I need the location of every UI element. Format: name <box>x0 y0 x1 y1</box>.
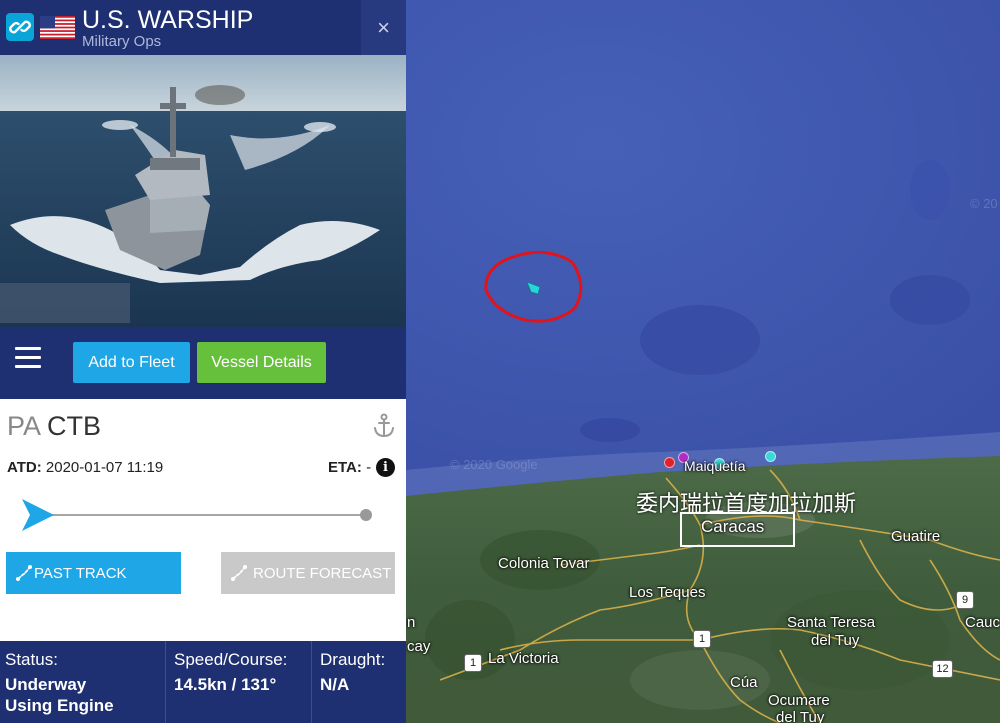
route-forecast-button[interactable]: ROUTE FORECAST <box>221 552 395 594</box>
close-button[interactable]: × <box>361 0 406 55</box>
vessel-stats-bar: Status: Underway Using Engine Speed/Cour… <box>0 641 406 723</box>
map-label-colonia-tovar: Colonia Tovar <box>498 555 590 572</box>
draught-label: Draught: <box>320 650 386 669</box>
vessel-photo[interactable] <box>0 55 406 327</box>
vessel-details-button[interactable]: Vessel Details <box>197 342 326 383</box>
atd-value: 2020-01-07 11:19 <box>45 459 164 476</box>
map-label-la-victoria: La Victoria <box>488 650 559 667</box>
info-icon[interactable]: i <box>376 458 395 477</box>
road-shield: 9 <box>956 591 974 609</box>
status-value-line1: Underway <box>5 675 87 694</box>
vessel-flag-code: PA <box>7 411 42 441</box>
vessel-action-bar: Add to Fleet Vessel Details <box>0 327 406 399</box>
us-flag-icon <box>40 16 75 39</box>
vessel-panel: U.S. WARSHIP Military Ops × Add to Fleet… <box>0 0 406 723</box>
road-shield: 1 <box>464 654 482 672</box>
atd-label: ATD: <box>7 459 42 476</box>
hamburger-menu-icon[interactable] <box>15 347 41 377</box>
status-value-line2: Using Engine <box>5 696 114 715</box>
map-label-caracas: Caracas <box>701 517 765 536</box>
map-label-santa-teresa: Santa Teresa <box>787 614 876 631</box>
road-shield: 12 <box>932 660 953 678</box>
vessel-name: PA CTB <box>7 411 101 442</box>
eta-value: - <box>366 459 372 476</box>
map-label-los-teques: Los Teques <box>629 584 706 601</box>
route-forecast-label: ROUTE FORECAST <box>253 564 392 582</box>
map-watermark-edge: © 20 <box>970 196 998 211</box>
road-shield: 1 <box>693 630 711 648</box>
add-to-fleet-button[interactable]: Add to Fleet <box>73 342 190 383</box>
map-label-ocumare-2: del Tuy <box>776 709 825 723</box>
track-icon <box>16 565 32 581</box>
speed-course-label: Speed/Course: <box>174 650 288 669</box>
voyage-progress-bar <box>22 499 372 531</box>
vessel-name-text: CTB <box>47 411 102 441</box>
port-marker[interactable] <box>765 451 776 462</box>
status-stat: Status: Underway Using Engine <box>0 641 165 723</box>
panel-header: U.S. WARSHIP Military Ops × <box>0 0 406 55</box>
draught-value: N/A <box>320 675 350 694</box>
map-label-cua: Cúa <box>730 674 758 691</box>
app-root: © 2020 Google © 20 委内瑞拉首度加拉加斯 Maiquetía … <box>0 0 1000 723</box>
speed-course-stat: Speed/Course: 14.5kn / 131° <box>165 641 311 723</box>
eta-row: ETA: - <box>328 459 371 476</box>
map-label-santa-teresa-2: del Tuy <box>811 632 860 649</box>
map-watermark: © 2020 Google <box>450 457 538 472</box>
speed-course-value: 14.5kn / 131° <box>174 675 277 694</box>
past-track-label: PAST TRACK <box>34 564 127 582</box>
draught-stat: Draught: N/A <box>311 641 406 723</box>
vessel-position-arrow-icon <box>22 499 54 531</box>
vessel-type-subtitle: Military Ops <box>82 33 162 50</box>
past-track-button[interactable]: PAST TRACK <box>6 552 181 594</box>
vessel-type-title: U.S. WARSHIP <box>82 6 254 34</box>
link-logo-icon <box>6 13 34 41</box>
eta-label: ETA: <box>328 459 362 476</box>
map-label-guatire: Guatire <box>891 528 941 545</box>
port-marker[interactable] <box>664 457 675 468</box>
destination-point-icon <box>360 509 372 521</box>
status-label: Status: <box>5 650 58 669</box>
map-label-ocumare: Ocumare <box>768 692 830 709</box>
anchor-icon <box>374 413 394 438</box>
atd-row: ATD: 2020-01-07 11:19 <box>7 459 163 476</box>
vessel-info-section: PA CTB ATD: 2020-01-07 11:19 ETA: - i PA… <box>0 399 406 641</box>
map-label-edge: n <box>407 614 416 631</box>
map-label-maracay: cay <box>407 638 431 655</box>
forecast-icon <box>231 565 247 581</box>
map-label-maiquetia: Maiquetía <box>684 458 746 474</box>
status-value: Underway Using Engine <box>5 674 160 716</box>
map-label-caucagua: Cauc <box>965 614 1000 631</box>
